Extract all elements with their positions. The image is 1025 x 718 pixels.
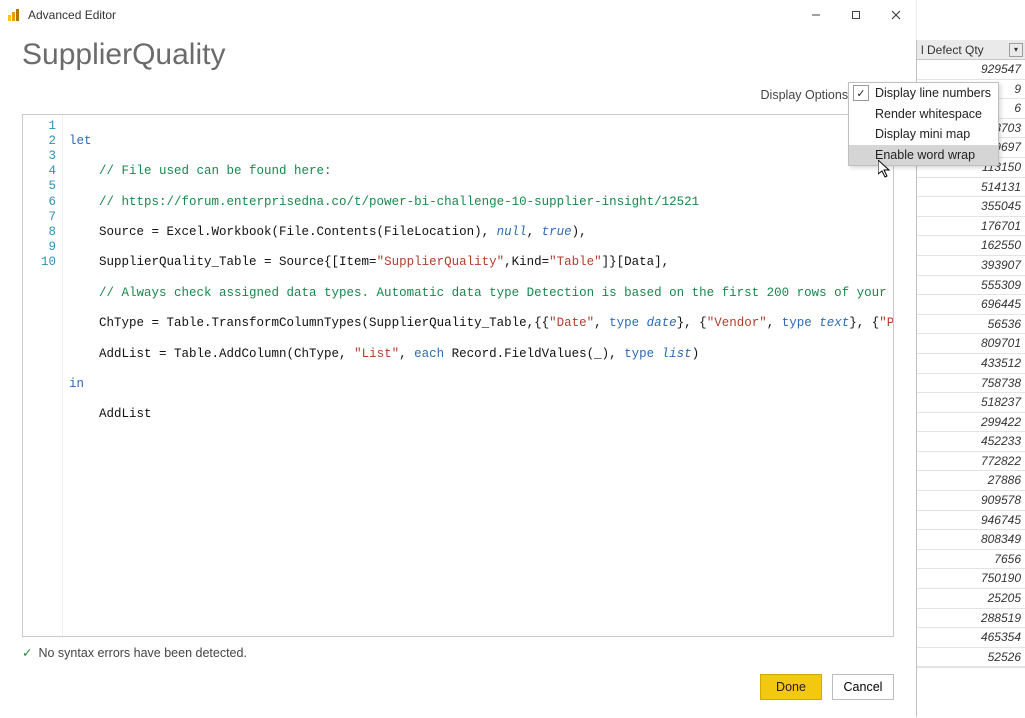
table-cell[interactable]: 909578	[917, 491, 1025, 511]
table-cell[interactable]: 299422	[917, 413, 1025, 433]
status-bar: ✓ No syntax errors have been detected.	[0, 637, 916, 660]
line-number: 8	[25, 225, 56, 240]
table-cell[interactable]: 393907	[917, 256, 1025, 276]
line-number: 3	[25, 149, 56, 164]
query-name: SupplierQuality	[0, 30, 916, 84]
close-button[interactable]	[876, 0, 916, 30]
maximize-button[interactable]	[836, 0, 876, 30]
checkbox-checked-icon: ✓	[853, 85, 869, 101]
table-cell[interactable]: 433512	[917, 354, 1025, 374]
powerbi-icon	[6, 7, 22, 23]
line-number: 4	[25, 164, 56, 179]
menu-item[interactable]: Display mini map	[849, 124, 998, 145]
close-icon	[891, 10, 901, 20]
table-cell[interactable]: 452233	[917, 432, 1025, 452]
table-cell[interactable]: 808349	[917, 530, 1025, 550]
table-cell[interactable]: 465354	[917, 628, 1025, 648]
line-number-gutter: 12345678910	[23, 115, 63, 636]
done-button[interactable]: Done	[760, 674, 822, 700]
window-controls	[796, 0, 916, 30]
line-number: 10	[25, 255, 56, 270]
status-message: No syntax errors have been detected.	[38, 646, 246, 660]
table-cell[interactable]: 514131	[917, 178, 1025, 198]
line-number: 6	[25, 195, 56, 210]
menu-item[interactable]: Render whitespace	[849, 104, 998, 125]
table-cell[interactable]: 162550	[917, 236, 1025, 256]
table-cell[interactable]: 946745	[917, 511, 1025, 531]
table-cell[interactable]: 52526	[917, 648, 1025, 668]
code-editor[interactable]: 12345678910 let // File used can be foun…	[22, 114, 894, 637]
menu-item-label: Display line numbers	[875, 86, 991, 100]
cancel-button[interactable]: Cancel	[832, 674, 894, 700]
table-cell[interactable]: 750190	[917, 569, 1025, 589]
menu-item[interactable]: Enable word wrap	[849, 145, 998, 166]
table-cell[interactable]: 56536	[917, 315, 1025, 335]
table-cell[interactable]: 288519	[917, 609, 1025, 629]
table-cell[interactable]: 758738	[917, 374, 1025, 394]
minimize-button[interactable]	[796, 0, 836, 30]
code-area[interactable]: let // File used can be found here: // h…	[63, 115, 893, 636]
window-title: Advanced Editor	[28, 8, 116, 22]
maximize-icon	[851, 10, 861, 20]
menu-item-label: Display mini map	[875, 127, 970, 141]
table-cell[interactable]: 176701	[917, 217, 1025, 237]
menu-item-label: Render whitespace	[875, 107, 982, 121]
column-header[interactable]: l Defect Qty ▾	[917, 40, 1025, 60]
table-cell[interactable]: 25205	[917, 589, 1025, 609]
dialog-buttons: Done Cancel	[0, 660, 916, 718]
menu-item-label: Enable word wrap	[875, 148, 975, 162]
column-header-label: l Defect Qty	[921, 43, 984, 57]
advanced-editor-dialog: Advanced Editor SupplierQuality Display …	[0, 0, 916, 718]
table-cell[interactable]: 7656	[917, 550, 1025, 570]
table-cell[interactable]: 809701	[917, 334, 1025, 354]
column-filter-dropdown[interactable]: ▾	[1009, 43, 1023, 57]
table-cell[interactable]: 555309	[917, 276, 1025, 296]
table-cell[interactable]: 518237	[917, 393, 1025, 413]
line-number: 1	[25, 119, 56, 134]
line-number: 9	[25, 240, 56, 255]
titlebar: Advanced Editor	[0, 0, 916, 30]
menu-item[interactable]: ✓ Display line numbers	[849, 83, 998, 104]
line-number: 7	[25, 210, 56, 225]
display-options-menu[interactable]: ✓ Display line numbers Render whitespace Di…	[848, 82, 999, 166]
table-cell[interactable]: 27886	[917, 471, 1025, 491]
line-number: 2	[25, 134, 56, 149]
editor-toolbar: Display Options ▼ ?	[0, 84, 916, 114]
minimize-icon	[811, 10, 821, 20]
table-cell[interactable]: 696445	[917, 295, 1025, 315]
table-cell[interactable]: 929547	[917, 60, 1025, 80]
display-options-label: Display Options	[761, 88, 849, 102]
table-cell[interactable]: 772822	[917, 452, 1025, 472]
table-cell[interactable]: 355045	[917, 197, 1025, 217]
line-number: 5	[25, 179, 56, 194]
check-icon: ✓	[22, 645, 32, 660]
